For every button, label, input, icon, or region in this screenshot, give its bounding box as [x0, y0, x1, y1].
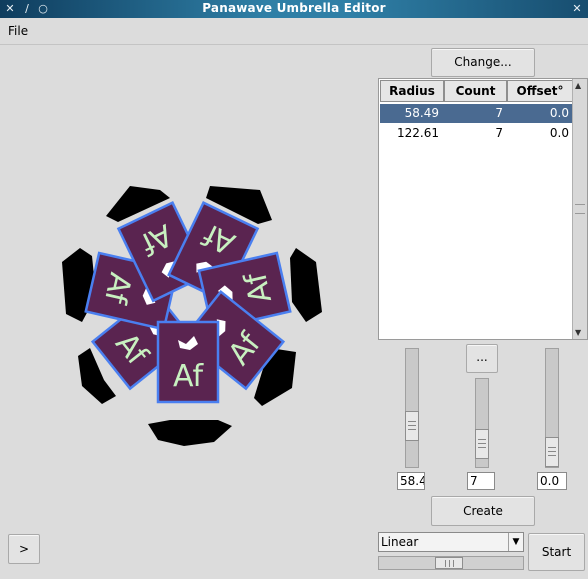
scrollbar-grip[interactable] — [575, 204, 585, 214]
count-slider[interactable] — [475, 378, 489, 468]
cell-count: 7 — [495, 126, 503, 140]
rings-table[interactable]: Radius Count Offset° 58.49 7 0.0 122.61 … — [378, 78, 588, 340]
radius-field[interactable]: 58.4 — [397, 472, 425, 490]
scroll-down-icon[interactable]: ▼ — [575, 328, 581, 337]
tile-label: Af — [173, 359, 204, 394]
cell-radius: 122.61 — [397, 126, 439, 140]
table-row[interactable]: 122.61 7 0.0 — [380, 124, 573, 143]
cell-radius: 58.49 — [404, 106, 439, 120]
column-header-count[interactable]: Count — [444, 80, 507, 102]
radius-slider-thumb[interactable] — [405, 411, 419, 441]
change-button[interactable]: Change... — [431, 48, 535, 77]
window-title: Panawave Umbrella Editor — [202, 1, 386, 15]
cell-offset: 0.0 — [549, 106, 569, 120]
offset-slider[interactable] — [545, 348, 559, 468]
count-field[interactable]: 7 — [467, 472, 495, 490]
expand-button[interactable]: > — [8, 534, 40, 564]
table-scrollbar[interactable]: ▲ ▼ — [572, 79, 587, 339]
offset-field[interactable]: 0.0 — [537, 472, 567, 490]
cell-count: 7 — [495, 106, 503, 120]
table-row[interactable]: 58.49 7 0.0 — [380, 104, 573, 123]
menu-bar: File — [0, 18, 588, 45]
speed-slider[interactable] — [378, 556, 524, 570]
speed-slider-thumb[interactable] — [435, 557, 463, 569]
radius-slider[interactable] — [405, 348, 419, 468]
ellipsis-button[interactable]: ... — [466, 344, 498, 373]
count-slider-thumb[interactable] — [475, 429, 489, 459]
offset-slider-thumb[interactable] — [545, 437, 559, 467]
start-button[interactable]: Start — [528, 533, 585, 571]
cell-offset: 0.0 — [549, 126, 569, 140]
title-bar: ✕ ∕ ○ Panawave Umbrella Editor ✕ — [0, 0, 588, 18]
create-button[interactable]: Create — [431, 496, 535, 526]
column-header-offset[interactable]: Offset° — [507, 80, 573, 102]
close-x-icon[interactable]: ✕ — [570, 2, 584, 16]
dropdown-arrow-icon[interactable]: ▼ — [508, 533, 523, 551]
scroll-up-icon[interactable]: ▲ — [575, 81, 581, 90]
interpolation-value: Linear — [381, 535, 419, 549]
tile-ring: AfAfAf AfAfAfAf — [84, 201, 292, 404]
tile: Af — [156, 320, 220, 404]
file-menu[interactable]: File — [8, 24, 28, 38]
column-header-radius[interactable]: Radius — [380, 80, 444, 102]
interpolation-select[interactable]: Linear ▼ — [378, 532, 524, 552]
umbrella-preview-canvas: AfAfAf AfAfAfAf — [62, 186, 322, 446]
